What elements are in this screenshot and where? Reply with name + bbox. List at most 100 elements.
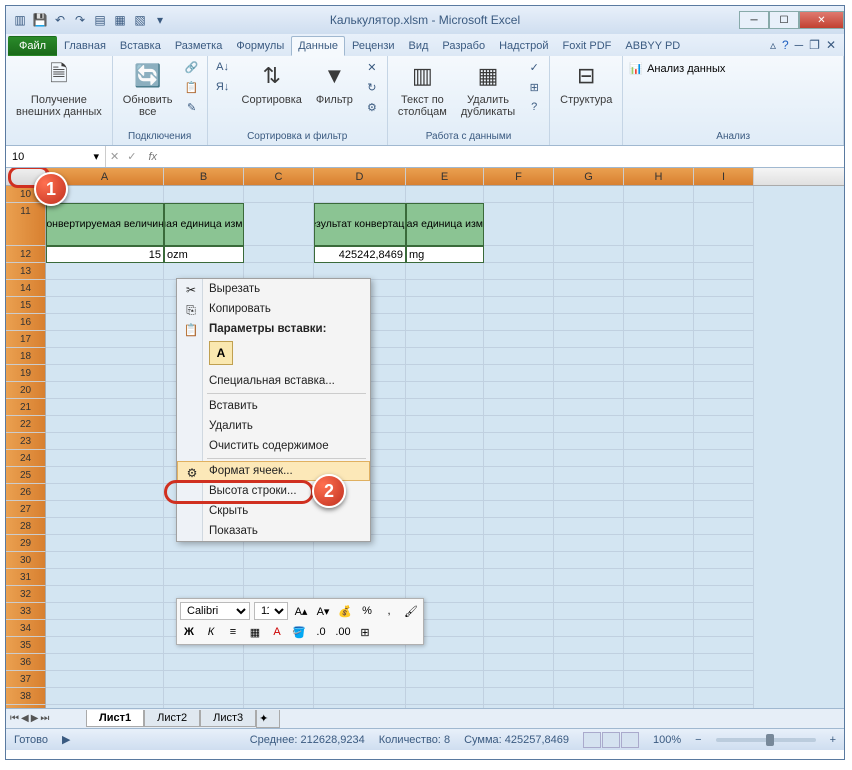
cancel-icon[interactable]: ✕: [106, 150, 123, 163]
sheet-tab[interactable]: Лист2: [144, 710, 200, 727]
comma-icon[interactable]: ,: [380, 602, 398, 620]
row-header[interactable]: 37: [6, 671, 46, 688]
cell[interactable]: [244, 671, 314, 688]
connections-icon[interactable]: 🔗: [183, 58, 201, 76]
cell[interactable]: [694, 246, 754, 263]
advanced-icon[interactable]: ⚙: [363, 98, 381, 116]
cell[interactable]: [46, 620, 164, 637]
cell[interactable]: [554, 671, 624, 688]
cell[interactable]: [46, 552, 164, 569]
cell[interactable]: [484, 637, 554, 654]
ribbon-min-icon[interactable]: ▵: [770, 38, 776, 52]
percent-icon[interactable]: %: [358, 602, 376, 620]
cell[interactable]: [694, 348, 754, 365]
cell[interactable]: [484, 399, 554, 416]
cell[interactable]: Исходная единица измерения: [164, 203, 244, 246]
cell[interactable]: [554, 382, 624, 399]
cell[interactable]: [554, 399, 624, 416]
cell[interactable]: [164, 671, 244, 688]
mdi-close-icon[interactable]: ✕: [826, 38, 836, 52]
save-icon[interactable]: 💾: [32, 12, 48, 28]
cell[interactable]: [694, 518, 754, 535]
cell[interactable]: [624, 535, 694, 552]
cell[interactable]: [406, 688, 484, 705]
size-select[interactable]: 11: [254, 602, 288, 620]
cell[interactable]: [484, 620, 554, 637]
cell[interactable]: [406, 297, 484, 314]
cell[interactable]: [406, 399, 484, 416]
row-header[interactable]: 26: [6, 484, 46, 501]
cell[interactable]: [484, 314, 554, 331]
tab-foxit[interactable]: Foxit PDF: [556, 36, 619, 56]
cell[interactable]: [46, 433, 164, 450]
normal-view-button[interactable]: [583, 732, 601, 748]
row-header[interactable]: 31: [6, 569, 46, 586]
align-icon[interactable]: ≡: [224, 623, 242, 641]
page-layout-button[interactable]: [602, 732, 620, 748]
decrease-decimal-icon[interactable]: .0: [312, 623, 330, 641]
cell[interactable]: [46, 518, 164, 535]
cell[interactable]: [554, 280, 624, 297]
cells-area[interactable]: Конвертируемая величинаИсходная единица …: [46, 186, 844, 708]
cell[interactable]: [484, 280, 554, 297]
cell[interactable]: [554, 348, 624, 365]
cell[interactable]: [624, 348, 694, 365]
cell[interactable]: [484, 382, 554, 399]
chevron-down-icon[interactable]: ▾: [93, 150, 99, 163]
cell[interactable]: [694, 365, 754, 382]
tab-addins[interactable]: Надстрой: [492, 36, 555, 56]
cm-copy[interactable]: ⎘Копировать: [177, 299, 370, 319]
cell[interactable]: [46, 484, 164, 501]
cm-clear[interactable]: Очистить содержимое: [177, 436, 370, 456]
filter-button[interactable]: ▼ Фильтр: [312, 58, 357, 108]
cell[interactable]: [314, 186, 406, 203]
cell[interactable]: 425242,8469: [314, 246, 406, 263]
cell[interactable]: [554, 365, 624, 382]
cell[interactable]: [694, 654, 754, 671]
cell[interactable]: [484, 552, 554, 569]
cell[interactable]: [554, 569, 624, 586]
cell[interactable]: [406, 654, 484, 671]
cell[interactable]: [406, 671, 484, 688]
cell[interactable]: [694, 433, 754, 450]
cell[interactable]: [554, 203, 624, 246]
cell[interactable]: [406, 467, 484, 484]
properties-icon[interactable]: 📋: [183, 78, 201, 96]
cell[interactable]: [244, 569, 314, 586]
row-header[interactable]: 18: [6, 348, 46, 365]
cell[interactable]: [314, 569, 406, 586]
cell[interactable]: [406, 314, 484, 331]
cell[interactable]: [554, 688, 624, 705]
col-header[interactable]: E: [406, 168, 484, 185]
cell[interactable]: [164, 569, 244, 586]
cell[interactable]: [46, 331, 164, 348]
data-analysis-button[interactable]: 📊 Анализ данных: [629, 58, 725, 75]
cell[interactable]: [554, 263, 624, 280]
minimize-button[interactable]: ─: [739, 11, 769, 29]
consolidate-icon[interactable]: ⊞: [525, 78, 543, 96]
cell[interactable]: [624, 501, 694, 518]
whatif-icon[interactable]: ?: [525, 98, 543, 116]
cell[interactable]: [46, 280, 164, 297]
last-sheet-icon[interactable]: ⏭: [40, 713, 49, 724]
cell[interactable]: [484, 433, 554, 450]
cm-paste-special[interactable]: Специальная вставка...: [177, 371, 370, 391]
row-header[interactable]: 14: [6, 280, 46, 297]
tab-insert[interactable]: Вставка: [113, 36, 168, 56]
row-header[interactable]: 28: [6, 518, 46, 535]
col-header[interactable]: D: [314, 168, 406, 185]
cell[interactable]: [624, 484, 694, 501]
cell[interactable]: [554, 433, 624, 450]
cell[interactable]: [484, 263, 554, 280]
row-header[interactable]: 29: [6, 535, 46, 552]
cell[interactable]: [624, 382, 694, 399]
cell[interactable]: [484, 365, 554, 382]
worksheet-grid[interactable]: A B C D E F G H I 1011121314151617181920…: [6, 168, 844, 708]
cell[interactable]: [46, 263, 164, 280]
cell[interactable]: [46, 365, 164, 382]
cell[interactable]: [554, 314, 624, 331]
edit-links-icon[interactable]: ✎: [183, 98, 201, 116]
row-header[interactable]: 30: [6, 552, 46, 569]
row-header[interactable]: 36: [6, 654, 46, 671]
cell[interactable]: [406, 433, 484, 450]
